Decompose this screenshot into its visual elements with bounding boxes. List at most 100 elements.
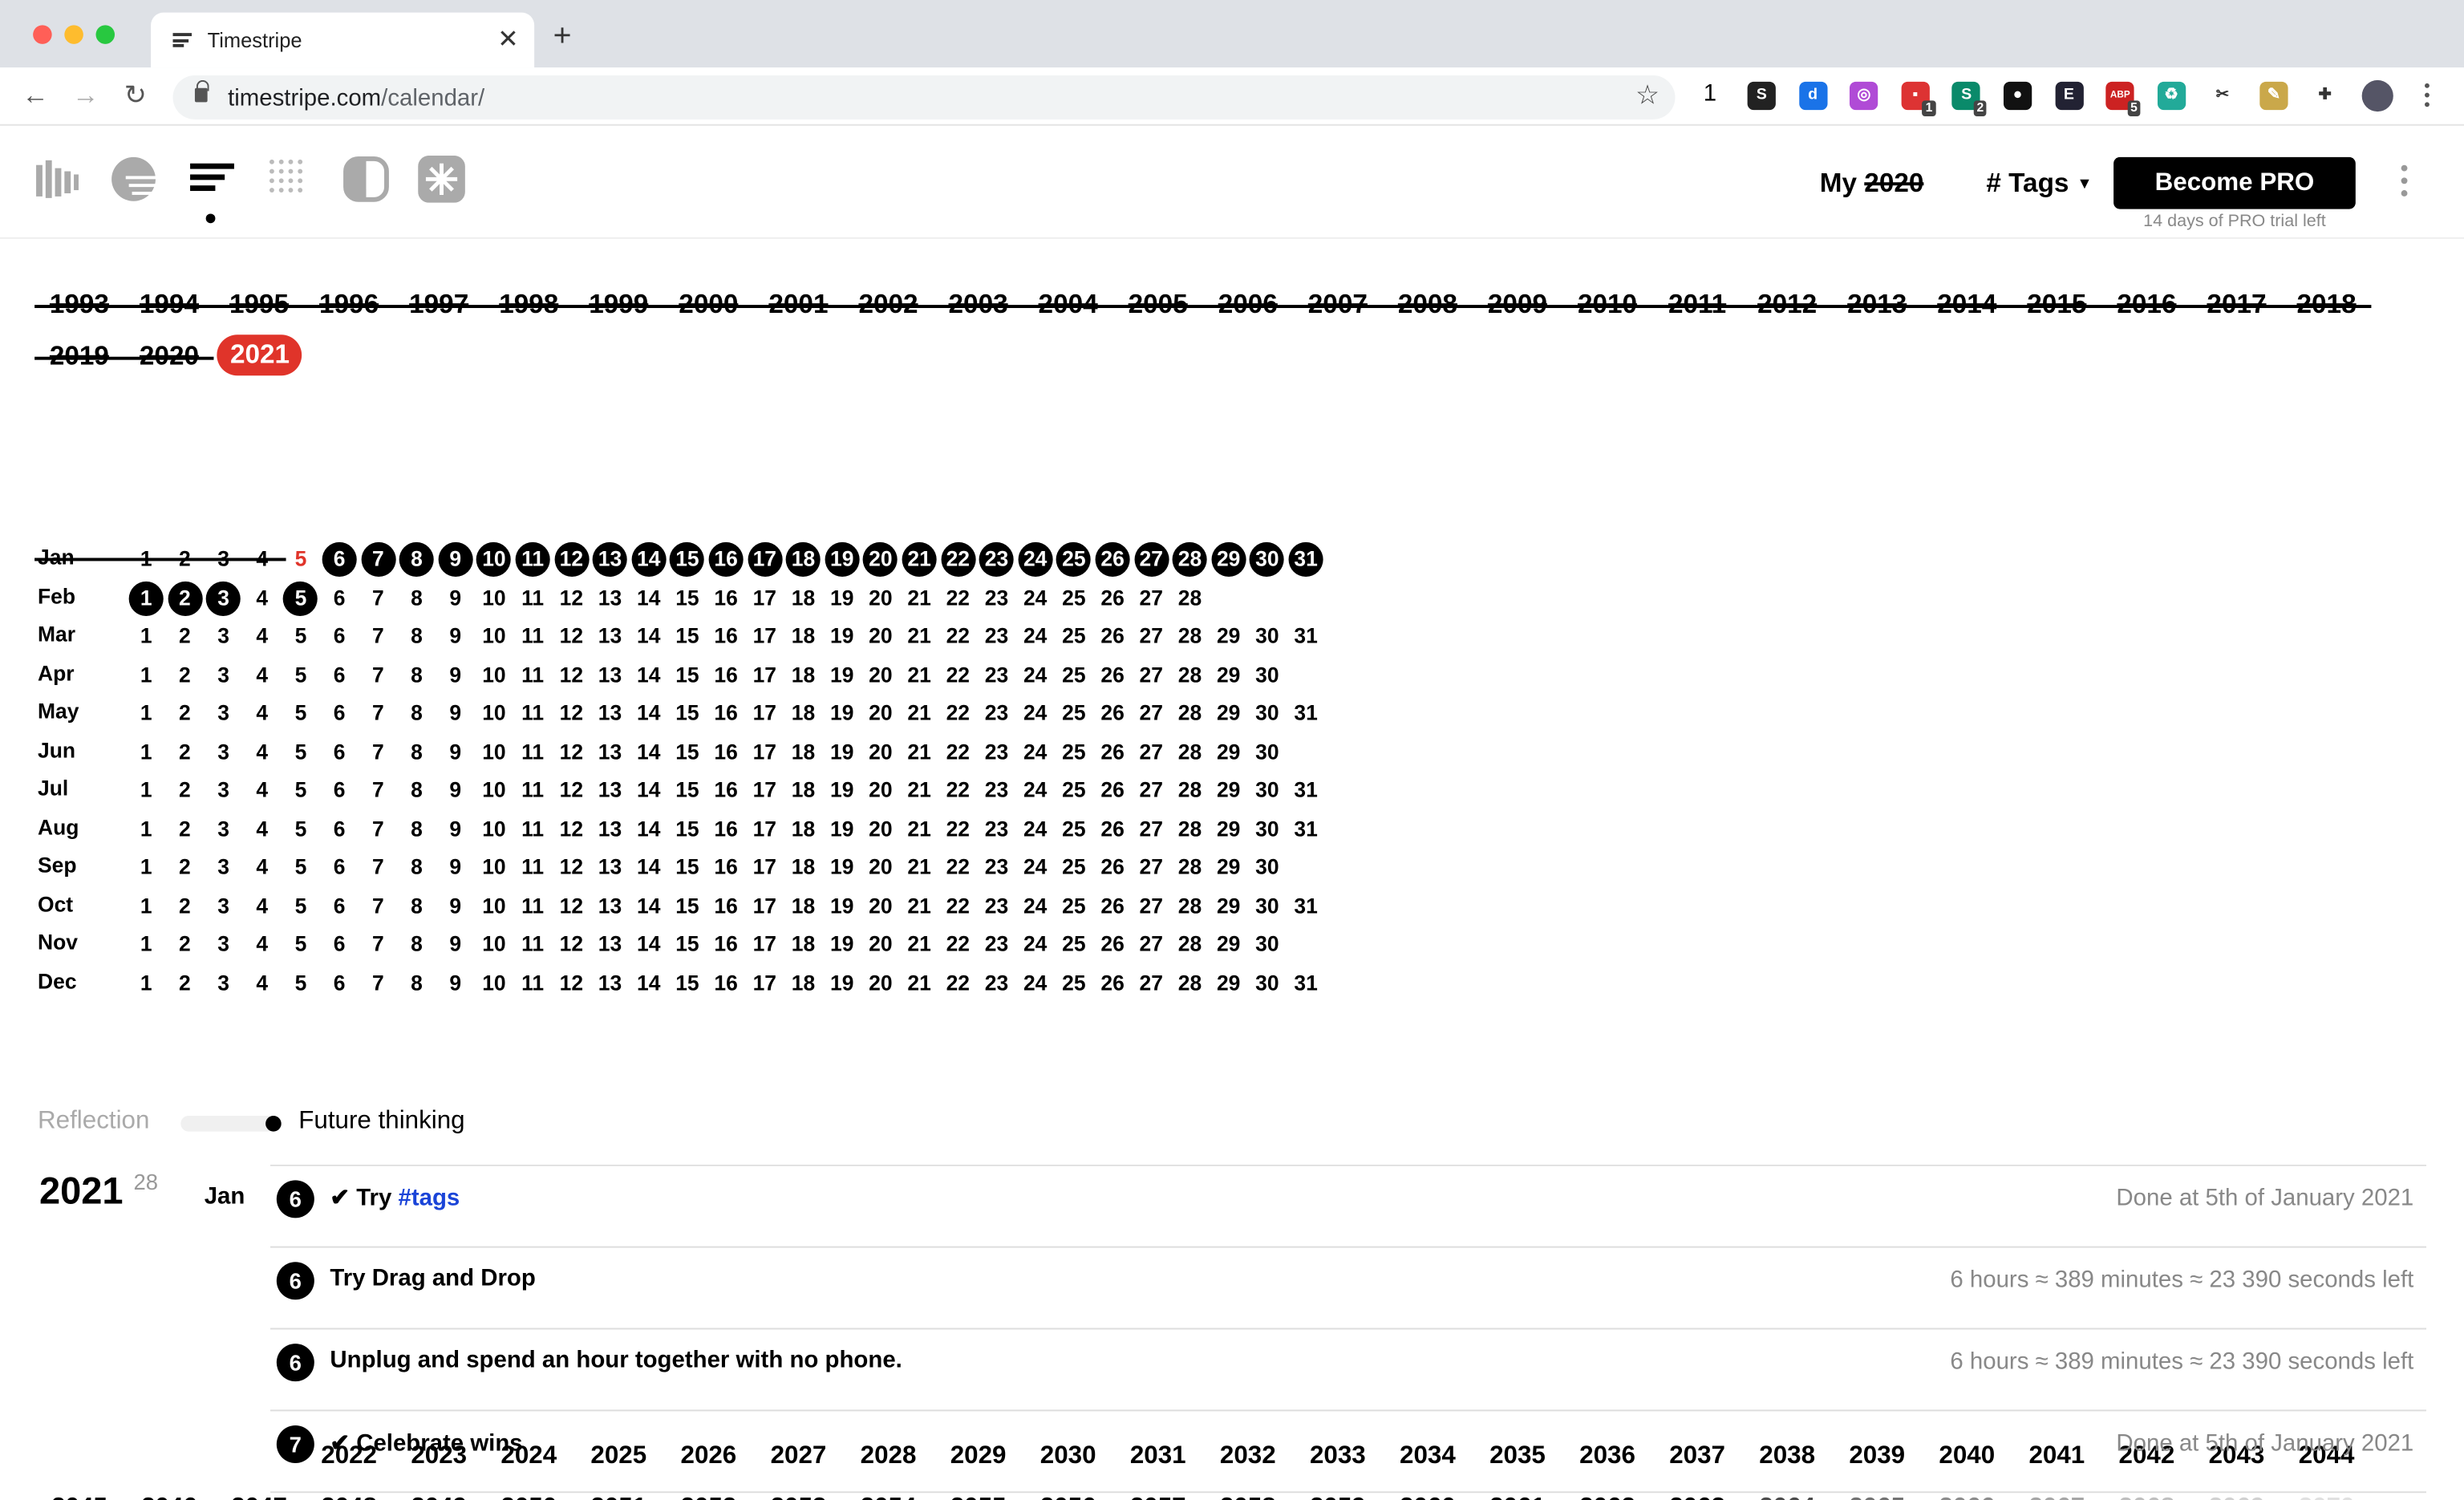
day-cell[interactable]: 24: [1018, 966, 1052, 1000]
day-cell[interactable]: 5: [283, 850, 318, 885]
day-cell[interactable]: 15: [670, 541, 705, 578]
day-cell[interactable]: 21: [902, 889, 937, 923]
day-cell[interactable]: 7: [360, 541, 395, 578]
day-cell[interactable]: 1: [129, 812, 164, 846]
day-cell[interactable]: 3: [206, 735, 241, 769]
day-cell[interactable]: 26: [1095, 541, 1130, 578]
year-item[interactable]: 2062: [1562, 1494, 1652, 1500]
e-extension-icon[interactable]: E: [2054, 81, 2084, 111]
year-item[interactable]: 2064: [1742, 1494, 1832, 1500]
day-cell[interactable]: 9: [438, 696, 472, 731]
day-cell[interactable]: 2: [168, 619, 202, 654]
day-cell[interactable]: 17: [748, 735, 782, 769]
day-cell[interactable]: 14: [631, 927, 666, 962]
day-cell[interactable]: 26: [1096, 581, 1130, 615]
day-cell[interactable]: 11: [516, 966, 550, 1000]
task-text[interactable]: Try Drag and Drop: [330, 1265, 535, 1291]
day-cell[interactable]: 6: [322, 812, 357, 846]
day-cell[interactable]: 12: [553, 541, 589, 578]
day-cell[interactable]: 9: [438, 541, 473, 578]
day-cell[interactable]: 27: [1134, 735, 1169, 769]
day-cell[interactable]: 18: [786, 735, 821, 769]
day-cell[interactable]: 25: [1056, 619, 1091, 654]
day-cell[interactable]: 28: [1173, 735, 1207, 769]
day-cell[interactable]: 22: [941, 966, 975, 1000]
day-cell[interactable]: 3: [206, 927, 241, 962]
day-cell[interactable]: 4: [245, 735, 279, 769]
year-item[interactable]: 2055: [934, 1494, 1023, 1500]
day-cell[interactable]: 6: [322, 696, 357, 731]
day-cell[interactable]: 10: [476, 773, 511, 808]
day-cell[interactable]: 7: [361, 889, 395, 923]
abp-extension-icon[interactable]: ABP 5: [2105, 81, 2141, 116]
day-cell[interactable]: 20: [863, 581, 898, 615]
day-cell[interactable]: 31: [1289, 966, 1323, 1000]
day-cell[interactable]: 28: [1173, 773, 1207, 808]
day-cell[interactable]: 5: [283, 619, 318, 654]
horizon-view-icon[interactable]: [110, 156, 157, 203]
list-view-icon[interactable]: [188, 156, 236, 203]
day-cell[interactable]: 6: [322, 773, 357, 808]
day-cell[interactable]: 10: [476, 581, 511, 615]
teal-extension-icon[interactable]: S2: [1952, 81, 1988, 116]
day-cell[interactable]: 12: [554, 850, 589, 885]
close-window-button[interactable]: [33, 25, 52, 44]
day-cell[interactable]: 29: [1211, 812, 1246, 846]
year-item[interactable]: 2051: [573, 1494, 663, 1500]
year-item[interactable]: 2056: [1023, 1494, 1113, 1500]
day-cell[interactable]: 30: [1250, 619, 1284, 654]
day-cell[interactable]: 26: [1096, 619, 1130, 654]
day-cell[interactable]: 11: [515, 541, 550, 578]
day-cell[interactable]: 18: [786, 812, 821, 846]
day-cell[interactable]: 30: [1250, 658, 1284, 692]
day-cell[interactable]: 11: [516, 812, 550, 846]
day-cell[interactable]: 23: [979, 927, 1014, 962]
day-cell[interactable]: 5: [283, 658, 318, 692]
day-cell[interactable]: 14: [631, 850, 666, 885]
year-item[interactable]: 2068: [2102, 1494, 2192, 1500]
day-cell[interactable]: 9: [438, 812, 472, 846]
forward-arrow-icon[interactable]: →: [72, 80, 99, 111]
day-cell[interactable]: 5: [283, 889, 318, 923]
my-year-selector[interactable]: My 2020: [1820, 168, 1924, 200]
year-item[interactable]: 2058: [1203, 1494, 1293, 1500]
day-cell[interactable]: 7: [361, 850, 395, 885]
day-cell[interactable]: 14: [631, 619, 666, 654]
day-cell[interactable]: 27: [1133, 541, 1169, 578]
day-cell[interactable]: 22: [941, 927, 975, 962]
day-cell[interactable]: 8: [399, 658, 434, 692]
day-cell[interactable]: 25: [1056, 541, 1092, 578]
day-cell[interactable]: 23: [979, 735, 1014, 769]
day-cell[interactable]: 25: [1056, 966, 1091, 1000]
day-cell[interactable]: 30: [1250, 889, 1284, 923]
day-cell[interactable]: 11: [516, 927, 550, 962]
day-cell[interactable]: 20: [863, 889, 898, 923]
day-cell[interactable]: 31: [1289, 889, 1323, 923]
day-cell[interactable]: 18: [786, 581, 821, 615]
year-item[interactable]: 2049: [394, 1494, 484, 1500]
day-cell[interactable]: 25: [1056, 581, 1091, 615]
day-cell[interactable]: 24: [1018, 696, 1052, 731]
day-cell[interactable]: 11: [516, 850, 550, 885]
day-cell[interactable]: 17: [748, 966, 782, 1000]
day-cell[interactable]: 28: [1173, 812, 1207, 846]
day-cell[interactable]: 25: [1056, 889, 1091, 923]
day-cell[interactable]: 22: [941, 658, 975, 692]
day-cell[interactable]: 15: [670, 927, 704, 962]
year-item[interactable]: 2059: [1293, 1494, 1383, 1500]
day-cell[interactable]: 26: [1096, 658, 1130, 692]
year-item[interactable]: 2070: [2282, 1494, 2372, 1500]
day-cell[interactable]: 20: [863, 966, 898, 1000]
day-cell[interactable]: 10: [476, 812, 511, 846]
day-cell[interactable]: 13: [593, 619, 627, 654]
task-row[interactable]: 6 Try Drag and Drop 6 hours ≈ 389 minutes …: [270, 1248, 2426, 1330]
task-row[interactable]: 7 ✔ Celebrate wins Done at 5th of January …: [270, 1411, 2426, 1494]
day-cell[interactable]: 10: [476, 541, 512, 578]
day-cell[interactable]: 24: [1018, 581, 1052, 615]
day-cell[interactable]: 28: [1173, 581, 1207, 615]
day-cell[interactable]: 8: [399, 619, 434, 654]
day-cell[interactable]: 26: [1096, 966, 1130, 1000]
day-cell[interactable]: 15: [670, 850, 704, 885]
day-cell[interactable]: 2: [168, 966, 202, 1000]
day-cell[interactable]: 27: [1134, 658, 1169, 692]
